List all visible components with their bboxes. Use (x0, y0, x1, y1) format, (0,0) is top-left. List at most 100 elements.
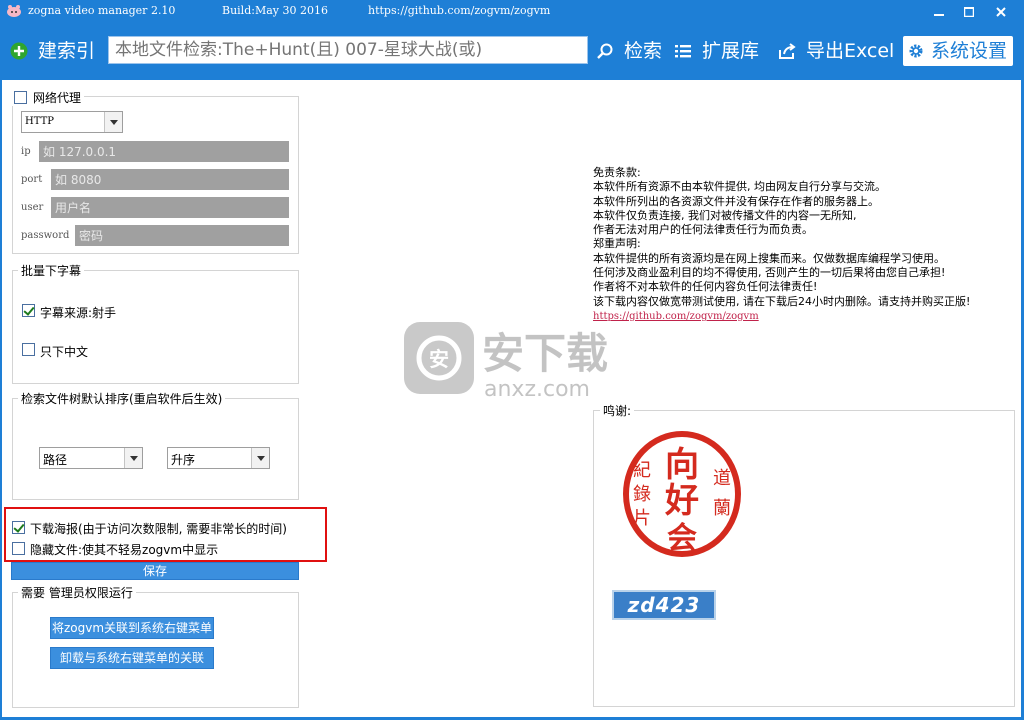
svg-text:会: 会 (667, 521, 697, 556)
build-index-label: 建索引 (38, 40, 96, 62)
disclaimer-line: 本软件提供的所有资源均是在网上搜集而来。仅做数据库编程学习使用。 (593, 251, 945, 265)
zd423-badge: zd423 (612, 590, 716, 620)
build-index-button[interactable]: 建索引 (10, 36, 100, 66)
unassociate-label: 卸载与系统右键菜单的关联 (59, 651, 204, 665)
watermark: 安 安下载 anxz.com (402, 316, 632, 402)
list-icon (675, 45, 691, 58)
admin-title: 需要 管理员权限运行 (18, 584, 136, 601)
sort-title: 检索文件树默认排序(重启软件后生效) (18, 390, 226, 407)
download-poster-label: 下载海报(由于访问次数限制, 需要非常长的时间) (30, 522, 287, 536)
sort-field-value: 路径 (43, 453, 68, 467)
minimize-icon (934, 14, 944, 16)
password-field[interactable] (75, 225, 289, 246)
svg-text:安: 安 (429, 347, 449, 371)
svg-text:好: 好 (664, 481, 699, 521)
user-label: user (21, 202, 44, 213)
export-excel-button[interactable]: 导出Excel (778, 36, 896, 66)
zd423-text: zd423 (627, 593, 701, 617)
sort-order-select[interactable]: 升序 (167, 447, 270, 469)
app-name: zogna video manager 2.10 (28, 4, 176, 17)
disclaimer-line: 郑重声明: (593, 237, 641, 251)
disclaimer-line: 作者将不对本软件的任何内容负任何法律责任! (593, 280, 818, 294)
app-logo-icon (7, 5, 21, 17)
export-icon (779, 43, 796, 59)
thanks-title: 鸣谢: (600, 402, 635, 419)
svg-text:向: 向 (665, 445, 699, 485)
disclaimer-line: 该下载内容仅做宽带测试使用, 请在下载后24小时内删除。请支持并购买正版! (593, 294, 971, 308)
chevron-down-icon (124, 448, 142, 468)
title-bar: zogna video manager 2.10 Build:May 30 20… (0, 0, 1024, 24)
ip-input[interactable] (39, 141, 289, 162)
disclaimer-line: 作者无法对用户的任何法律责任行为而负责。 (593, 223, 813, 237)
associate-label: 将zogvm关联到系统右键菜单 (51, 621, 213, 635)
save-label: 保存 (142, 564, 167, 578)
repo-url: https://github.com/zogvm/zogvm (368, 4, 551, 17)
extensions-label: 扩展库 (702, 40, 760, 62)
gear-icon (909, 44, 923, 58)
port-input[interactable] (51, 169, 289, 190)
save-button[interactable]: 保存 (11, 562, 299, 580)
proxy-title: 网络代理 (33, 91, 82, 105)
close-button[interactable] (988, 3, 1014, 21)
proxy-checkbox[interactable] (14, 91, 27, 104)
svg-text:道: 道 (713, 468, 731, 489)
subtitles-title: 批量下字幕 (18, 262, 85, 279)
disclaimer-line: 任何涉及商业盈利目的均不得使用, 否则产生的一切后果将由您自己承担! (593, 266, 946, 280)
settings-panel: 网络代理 HTTP ip port user password 批量下字幕 字幕… (2, 80, 1021, 717)
watermark-main-text: 安下载 (482, 329, 608, 378)
chinese-only-label: 只下中文 (40, 345, 89, 359)
disclaimer-text: 免责条款: 本软件所有资源不由本软件提供, 均由网友自行分享与交流。 本软件所列… (593, 166, 970, 324)
password-label: password (21, 230, 70, 241)
search-button[interactable]: 检索 (596, 36, 666, 66)
ip-label: ip (21, 146, 31, 157)
port-field[interactable] (51, 169, 289, 190)
seal-stamp-icon: 向 好 会 紀 錄 片 道 蘭 (623, 431, 741, 557)
chevron-down-icon (251, 448, 269, 468)
hide-files-label: 隐藏文件:使其不轻易zogvm中显示 (30, 543, 219, 557)
add-icon (10, 42, 28, 60)
disclaimer-line: 免责条款: (593, 166, 641, 179)
proxy-group-header: 网络代理 (11, 89, 85, 106)
subtitle-source-checkbox[interactable] (22, 304, 35, 317)
watermark-logo-icon: 安 安下载 anxz.com (404, 322, 608, 402)
svg-text:紀: 紀 (633, 460, 651, 481)
svg-text:蘭: 蘭 (713, 498, 731, 519)
search-input[interactable] (109, 37, 587, 63)
proxy-type-select[interactable]: HTTP (21, 111, 123, 133)
download-poster-checkbox[interactable] (12, 521, 25, 534)
user-field[interactable] (51, 197, 289, 218)
disclaimer-line: 本软件所有资源不由本软件提供, 均由网友自行分享与交流。 (593, 180, 886, 194)
remove-context-menu-button[interactable]: 卸载与系统右键菜单的关联 (50, 647, 214, 669)
maximize-icon (964, 7, 974, 17)
watermark-sub-text: anxz.com (484, 377, 590, 400)
toolbar: 建索引 检索 扩展库 导出Excel 系统设置 (0, 24, 1024, 80)
disclaimer-line: 本软件所列出的各资源文件并没有保存在作者的服务器上。 (593, 194, 879, 208)
ip-field[interactable] (39, 141, 289, 162)
chevron-down-icon (104, 112, 122, 132)
search-label: 检索 (624, 40, 663, 62)
proxy-type-value: HTTP (25, 116, 54, 127)
svg-text:片: 片 (633, 508, 651, 529)
github-link[interactable]: https://github.com/zogvm/zogvm (593, 311, 759, 322)
build-info: Build:May 30 2016 (222, 4, 328, 17)
sort-field-select[interactable]: 路径 (39, 447, 143, 469)
maximize-button[interactable] (956, 3, 982, 21)
password-input[interactable] (75, 225, 289, 246)
close-icon (996, 7, 1006, 17)
disclaimer-line: 本软件仅负责连接, 我们对被传播文件的内容一无所知, (593, 208, 857, 222)
search-box[interactable] (108, 36, 588, 64)
system-settings-button[interactable]: 系统设置 (903, 36, 1013, 66)
seal-logo: 向 好 会 紀 錄 片 道 蘭 (612, 426, 752, 562)
hide-files-checkbox[interactable] (12, 542, 25, 555)
extensions-button[interactable]: 扩展库 (674, 36, 770, 66)
associate-context-menu-button[interactable]: 将zogvm关联到系统右键菜单 (50, 617, 214, 639)
chinese-only-checkbox[interactable] (22, 343, 35, 356)
minimize-button[interactable] (926, 3, 952, 21)
search-icon (597, 43, 613, 59)
sort-order-value: 升序 (171, 453, 196, 467)
system-settings-label: 系统设置 (931, 40, 1008, 62)
subtitles-group (12, 270, 299, 384)
svg-text:錄: 錄 (633, 484, 651, 505)
user-input[interactable] (51, 197, 289, 218)
subtitle-source-label: 字幕来源:射手 (40, 306, 117, 320)
